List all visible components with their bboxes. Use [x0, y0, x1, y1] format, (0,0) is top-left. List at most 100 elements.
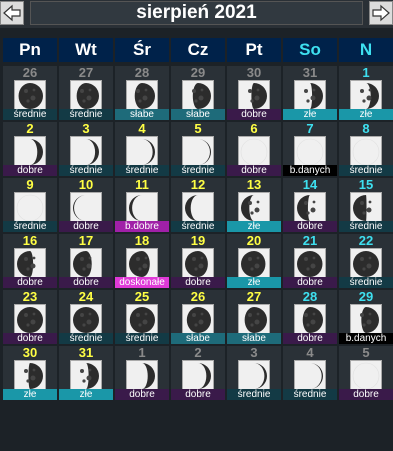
day-number: 3	[250, 345, 258, 360]
day-number: 28	[134, 65, 150, 80]
month-title: sierpień 2021	[30, 1, 363, 25]
weekday-6: N	[339, 38, 393, 62]
moon-phase-icon	[350, 248, 382, 280]
day-cell[interactable]: 27 słabe	[227, 290, 281, 344]
day-cell[interactable]: 1 złe	[339, 66, 393, 120]
moon-phase-icon	[70, 80, 102, 112]
moon-phase-icon	[238, 360, 270, 392]
day-number: 26	[22, 65, 38, 80]
day-cell[interactable]: 7 b.danych	[283, 122, 337, 176]
day-number: 26	[190, 289, 206, 304]
day-cell[interactable]: 3 średnie	[59, 122, 113, 176]
day-cell[interactable]: 27 średnie	[59, 66, 113, 120]
day-cell[interactable]: 31 złe	[283, 66, 337, 120]
day-cell[interactable]: 13 złe	[227, 178, 281, 232]
fishing-rating-badge: doskonałe	[115, 277, 169, 288]
day-cell[interactable]: 17 dobre	[59, 234, 113, 288]
fishing-rating-badge: średnie	[339, 221, 393, 232]
weekday-2: Śr	[115, 38, 169, 62]
day-cell[interactable]: 8 średnie	[339, 122, 393, 176]
day-cell[interactable]: 19 dobre	[171, 234, 225, 288]
moon-phase-icon	[14, 192, 46, 224]
fishing-rating-badge: średnie	[339, 277, 393, 288]
moon-phase-icon	[70, 136, 102, 168]
fishing-rating-badge: średnie	[59, 109, 113, 120]
day-number: 15	[358, 177, 374, 192]
moon-phase-icon	[294, 248, 326, 280]
day-cell[interactable]: 31 złe	[59, 346, 113, 400]
fishing-rating-badge: średnie	[3, 221, 57, 232]
day-number: 23	[22, 289, 38, 304]
day-cell[interactable]: 1 dobre	[115, 346, 169, 400]
day-cell[interactable]: 16 dobre	[3, 234, 57, 288]
next-month-button[interactable]	[369, 1, 393, 25]
day-cell[interactable]: 4 średnie	[115, 122, 169, 176]
arrow-left-icon	[3, 4, 21, 22]
day-number: 11	[135, 177, 149, 192]
day-cell[interactable]: 10 dobre	[59, 178, 113, 232]
prev-month-button[interactable]	[0, 1, 24, 25]
moon-phase-icon	[126, 192, 158, 224]
day-cell[interactable]: 5 dobre	[339, 346, 393, 400]
moon-phase-icon	[70, 360, 102, 392]
moon-phase-icon	[182, 248, 214, 280]
day-cell[interactable]: 28 dobre	[283, 290, 337, 344]
day-number: 4	[306, 345, 314, 360]
day-cell[interactable]: 15 średnie	[339, 178, 393, 232]
day-number: 19	[190, 233, 206, 248]
moon-phase-icon	[350, 136, 382, 168]
day-cell[interactable]: 4 średnie	[283, 346, 337, 400]
moon-phase-icon	[126, 136, 158, 168]
day-cell[interactable]: 26 słabe	[171, 290, 225, 344]
day-cell[interactable]: 21 dobre	[283, 234, 337, 288]
day-number: 2	[194, 345, 202, 360]
day-cell[interactable]: 2 dobre	[171, 346, 225, 400]
day-cell[interactable]: 5 średnie	[171, 122, 225, 176]
day-cell[interactable]: 18 doskonałe	[115, 234, 169, 288]
day-cell[interactable]: 28 słabe	[115, 66, 169, 120]
day-number: 29	[190, 65, 206, 80]
moon-phase-icon	[70, 192, 102, 224]
day-number: 8	[362, 121, 370, 136]
day-cell[interactable]: 20 złe	[227, 234, 281, 288]
day-cell[interactable]: 22 średnie	[339, 234, 393, 288]
day-cell[interactable]: 30 złe	[3, 346, 57, 400]
fishing-rating-badge: słabe	[171, 109, 225, 120]
day-number: 18	[134, 233, 150, 248]
day-cell[interactable]: 6 dobre	[227, 122, 281, 176]
day-number: 5	[194, 121, 202, 136]
day-cell[interactable]: 9 średnie	[3, 178, 57, 232]
day-cell[interactable]: 29 słabe	[171, 66, 225, 120]
moon-phase-icon	[14, 136, 46, 168]
fishing-rating-badge: b.danych	[339, 333, 393, 344]
moon-phase-icon	[182, 192, 214, 224]
fishing-rating-badge: średnie	[115, 165, 169, 176]
day-cell[interactable]: 3 średnie	[227, 346, 281, 400]
weekday-header-row: Pn Wt Śr Cz Pt So N	[0, 38, 393, 62]
day-number: 31	[78, 345, 94, 360]
moon-phase-icon	[294, 192, 326, 224]
day-cell[interactable]: 14 dobre	[283, 178, 337, 232]
day-cell[interactable]: 29 b.danych	[339, 290, 393, 344]
day-cell[interactable]: 23 dobre	[3, 290, 57, 344]
fishing-rating-badge: złe	[227, 277, 281, 288]
day-cell[interactable]: 26 średnie	[3, 66, 57, 120]
day-cell[interactable]: 11 b.dobre	[115, 178, 169, 232]
fishing-rating-badge: średnie	[171, 165, 225, 176]
moon-phase-icon	[294, 360, 326, 392]
day-cell[interactable]: 30 dobre	[227, 66, 281, 120]
fishing-rating-badge: dobre	[339, 389, 393, 400]
day-cell[interactable]: 25 średnie	[115, 290, 169, 344]
fishing-rating-badge: b.dobre	[115, 221, 169, 232]
fishing-rating-badge: średnie	[59, 165, 113, 176]
day-cell[interactable]: 2 dobre	[3, 122, 57, 176]
moon-phase-icon	[294, 80, 326, 112]
moon-phase-icon	[350, 304, 382, 336]
day-number: 3	[82, 121, 90, 136]
moon-phase-icon	[182, 304, 214, 336]
moon-phase-icon	[70, 304, 102, 336]
fishing-rating-badge: złe	[227, 221, 281, 232]
day-cell[interactable]: 12 średnie	[171, 178, 225, 232]
moon-phase-icon	[14, 80, 46, 112]
day-cell[interactable]: 24 średnie	[59, 290, 113, 344]
